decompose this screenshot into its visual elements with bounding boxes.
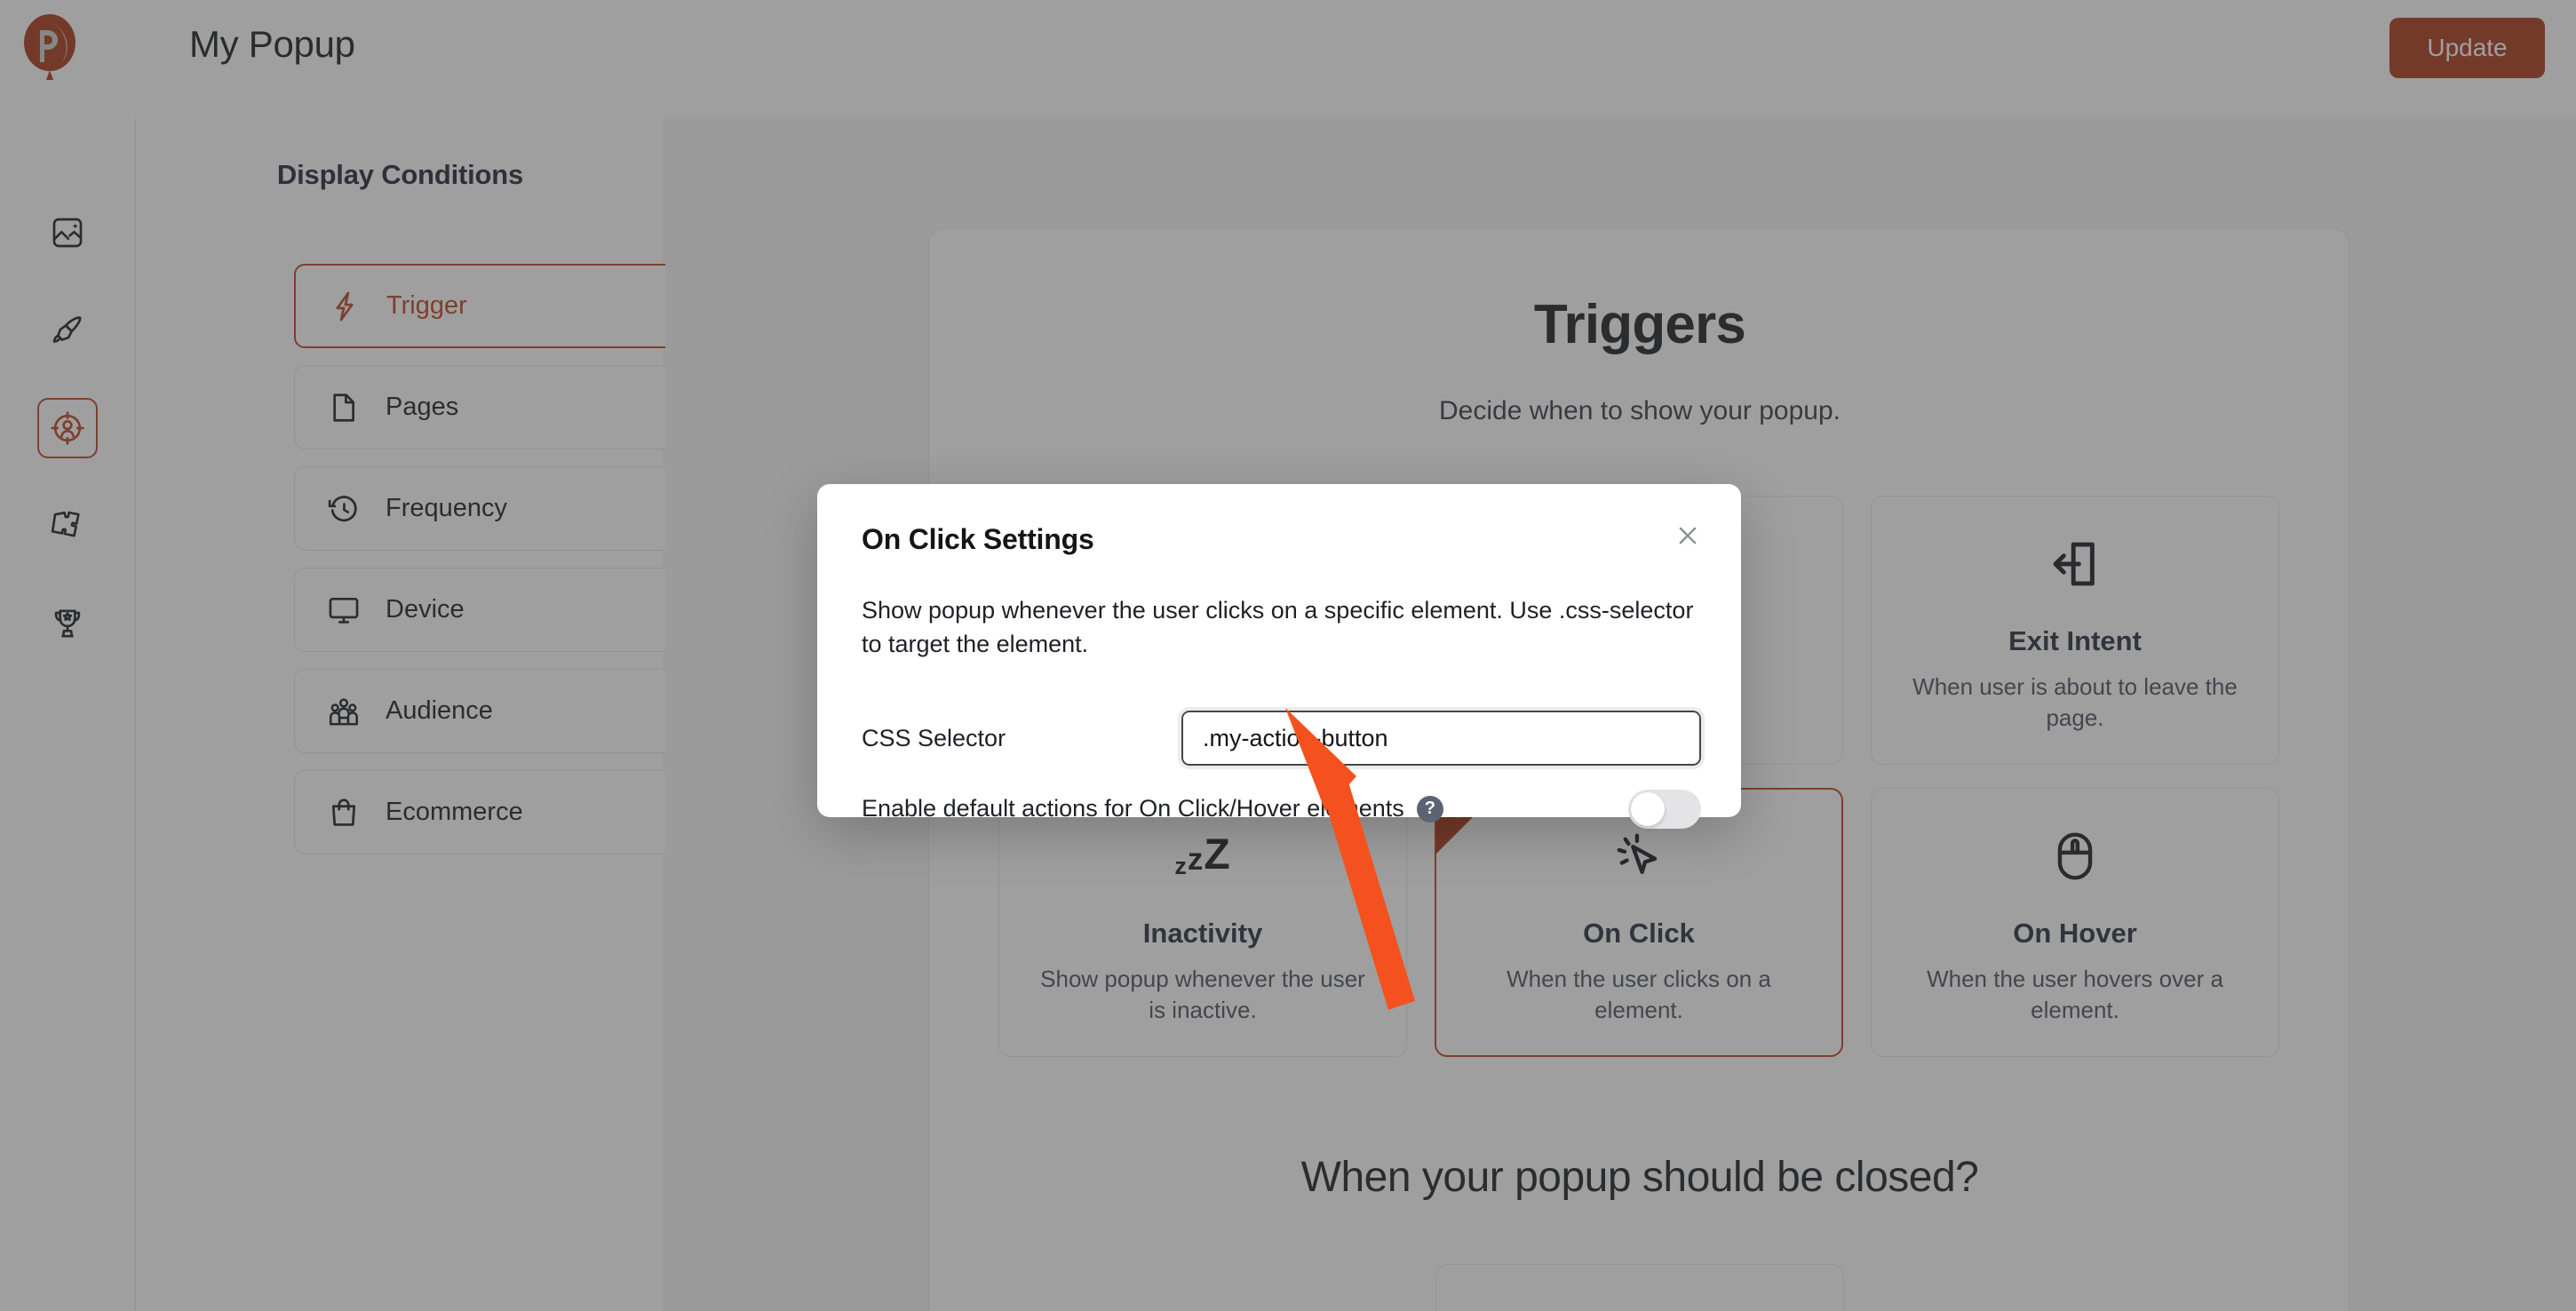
modal-description: Show popup whenever the user clicks on a… bbox=[862, 597, 1694, 658]
on-click-settings-modal: On Click Settings Show popup whenever th… bbox=[817, 484, 1741, 829]
help-icon[interactable]: ? bbox=[1416, 795, 1443, 822]
css-selector-input[interactable] bbox=[1177, 707, 1705, 769]
css-selector-row: CSS Selector bbox=[862, 707, 1705, 769]
default-actions-label: Enable default actions for On Click/Hove… bbox=[862, 795, 1443, 822]
close-icon[interactable] bbox=[1668, 516, 1707, 555]
default-actions-toggle[interactable] bbox=[1628, 789, 1701, 829]
default-actions-row: Enable default actions for On Click/Hove… bbox=[862, 789, 1701, 829]
app-root: My Popup Update bbox=[0, 0, 2576, 1311]
default-actions-label-text: Enable default actions for On Click/Hove… bbox=[862, 795, 1404, 822]
modal-title: On Click Settings bbox=[862, 523, 1094, 555]
toggle-knob bbox=[1631, 791, 1665, 826]
css-selector-label: CSS Selector bbox=[862, 724, 1006, 751]
